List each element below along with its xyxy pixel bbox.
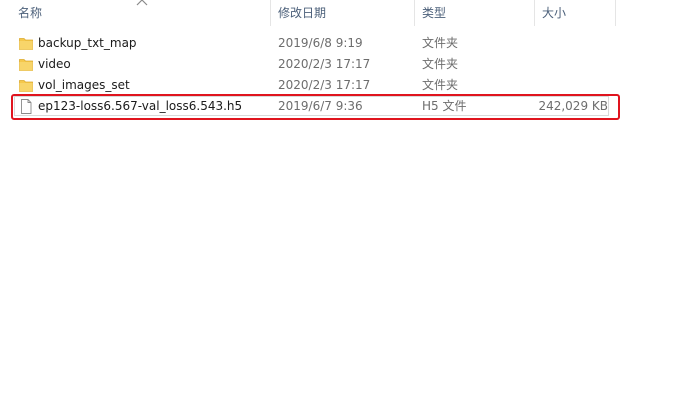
file-name: vol_images_set: [38, 78, 130, 92]
file-icon: [21, 99, 32, 114]
file-modified: 2020/2/3 17:17: [278, 57, 371, 71]
list-item[interactable]: vol_images_set 2020/2/3 17:17 文件夹: [0, 75, 695, 96]
column-name[interactable]: 名称: [18, 0, 42, 26]
file-modified: 2019/6/7 9:36: [278, 99, 363, 113]
file-type: 文件夹: [422, 78, 459, 92]
column-divider[interactable]: [534, 0, 535, 26]
list-item[interactable]: backup_txt_map 2019/6/8 9:19 文件夹: [0, 33, 695, 54]
file-type: H5 文件: [422, 99, 467, 113]
sort-ascending-icon: [136, 0, 148, 6]
file-name: backup_txt_map: [38, 36, 137, 50]
folder-icon: [19, 59, 33, 71]
file-name: ep123-loss6.567-val_loss6.543.h5: [38, 99, 243, 113]
column-divider[interactable]: [615, 0, 616, 26]
file-type: 文件夹: [422, 36, 459, 50]
file-modified: 2020/2/3 17:17: [278, 78, 371, 92]
column-size[interactable]: 大小: [542, 0, 566, 26]
column-divider[interactable]: [414, 0, 415, 26]
folder-icon: [19, 38, 33, 50]
column-type[interactable]: 类型: [422, 0, 446, 26]
list-item[interactable]: video 2020/2/3 17:17 文件夹: [0, 54, 695, 75]
file-name: video: [38, 57, 71, 71]
column-header-row: 名称 修改日期 类型 大小: [0, 0, 695, 26]
column-divider[interactable]: [270, 0, 271, 26]
folder-icon: [19, 80, 33, 92]
file-type: 文件夹: [422, 57, 459, 71]
file-size: 242,029 KB: [538, 99, 608, 113]
file-list: backup_txt_map 2019/6/8 9:19 文件夹 video 2…: [0, 33, 695, 117]
column-modified[interactable]: 修改日期: [278, 0, 326, 26]
file-modified: 2019/6/8 9:19: [278, 36, 363, 50]
list-item[interactable]: ep123-loss6.567-val_loss6.543.h5 2019/6/…: [0, 96, 695, 117]
